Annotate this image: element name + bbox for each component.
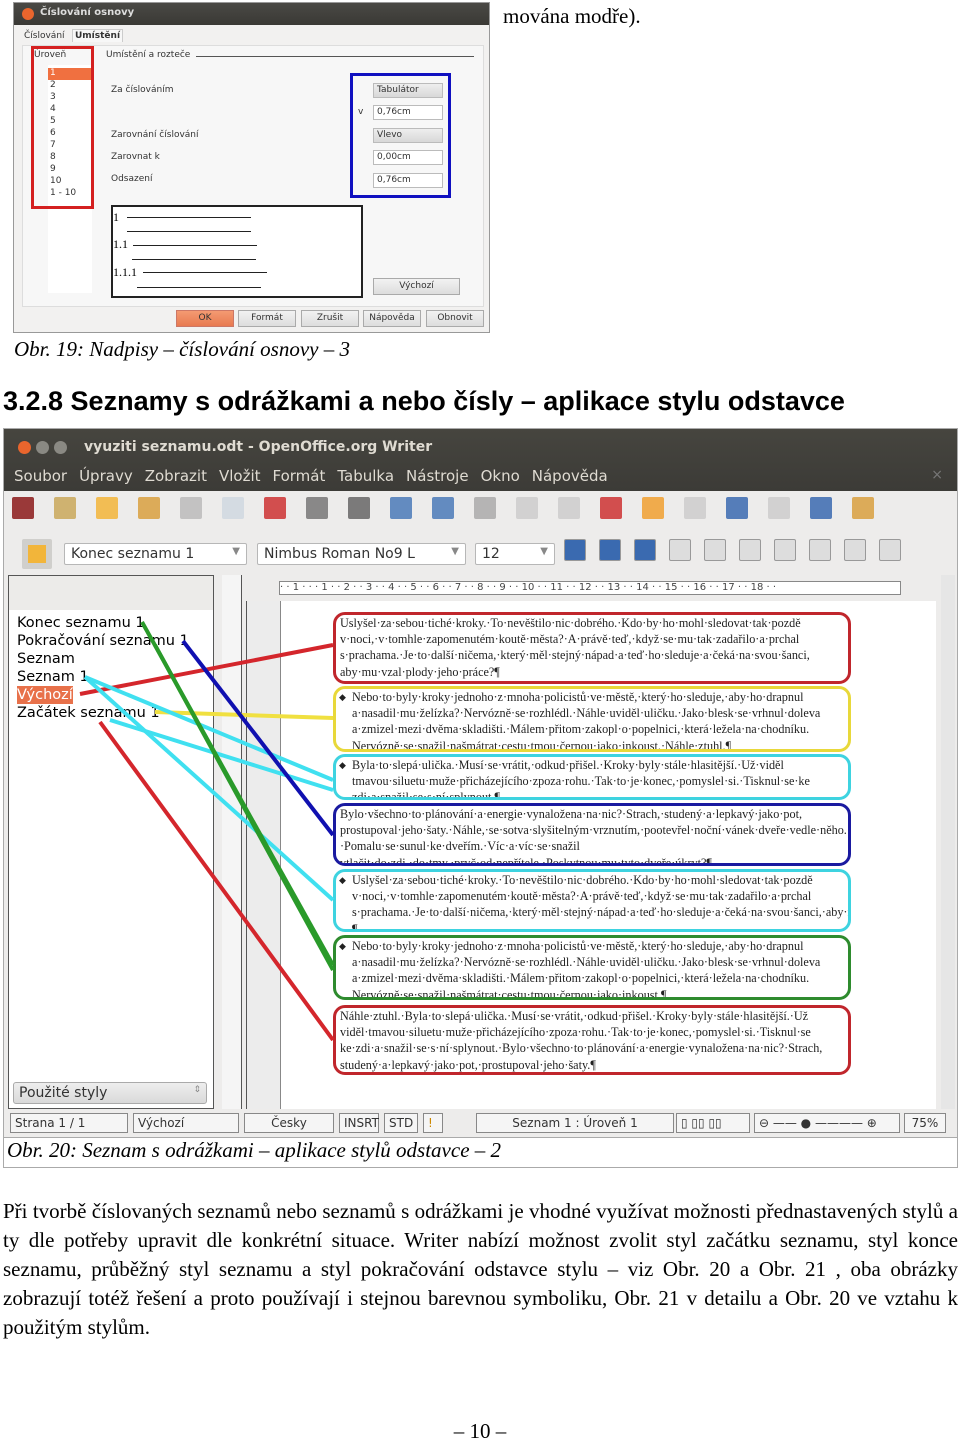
page-number: – 10 –	[453, 1419, 507, 1443]
body-text: Při tvorbě číslovaných seznamů nebo sezn…	[3, 1197, 958, 1342]
annotation-line	[98, 720, 335, 1042]
figure-20-caption: Obr. 20: Seznam s odrážkami – aplikace s…	[7, 1138, 502, 1162]
body-paragraph: Při tvorbě číslovaných seznamů nebo sezn…	[3, 1199, 958, 1339]
annotation-line	[84, 675, 334, 782]
